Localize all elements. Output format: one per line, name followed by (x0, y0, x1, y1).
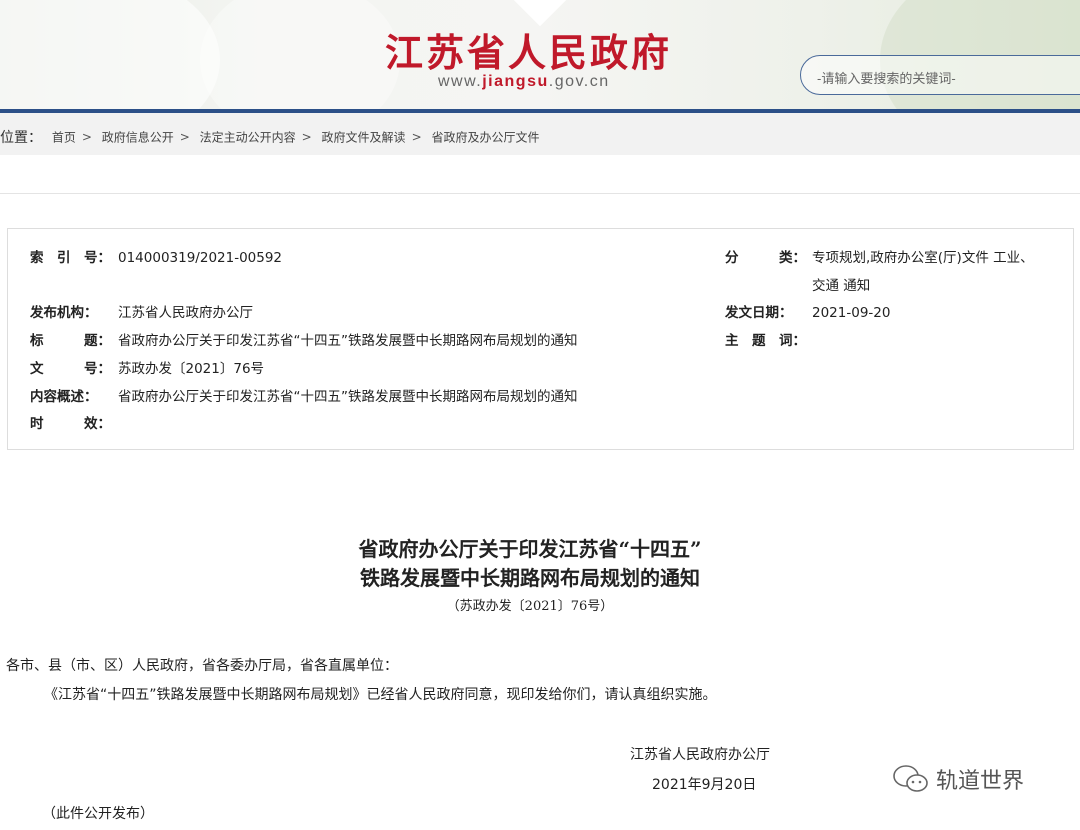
watermark-text: 轨道世界 (936, 769, 1025, 794)
document-title-line2: 铁路发展暨中长期路网布局规划的通知 (360, 566, 700, 590)
breadcrumb-info-disclosure[interactable]: 政府信息公开 (102, 131, 174, 145)
breadcrumb-label: 位置： (0, 130, 42, 146)
info-summary: 内容概述： 省政府办公厅关于印发江苏省“十四五”铁路发展暨中长期路网布局规划的通知 (30, 389, 578, 405)
info-category: 分 类： 专项规划,政府办公室(厅)文件 工业、 (725, 250, 1034, 266)
info-category-cont: 交通 通知 (812, 278, 871, 294)
breadcrumb-current[interactable]: 省政府及办公厅文件 (431, 131, 539, 145)
document-title-line1: 省政府办公厅关于印发江苏省“十四五” (358, 537, 702, 561)
breadcrumb: 位置： 首页 > 政府信息公开 > 法定主动公开内容 > 政府文件及解读 > 省政府及办… (0, 113, 1080, 155)
info-validity: 时 效： (30, 416, 111, 432)
info-index: 索 引 号： 014000319/2021-00592 (30, 250, 283, 266)
info-publisher: 发布机构： 江苏省人民政府办公厅 (30, 305, 253, 321)
signature: 江苏省人民政府办公厅 (630, 747, 770, 763)
site-header: 江苏省人民政府 www.jiangsu.gov.cn -请输入要搜索的关键词- (0, 0, 1080, 110)
site-logo[interactable]: 江苏省人民政府 (385, 22, 672, 77)
info-keywords: 主 题 词： (725, 333, 806, 349)
body-text: 《江苏省“十四五”铁路发展暨中长期路网布局规划》已经省人民政府同意，现印发给你们… (44, 687, 717, 703)
breadcrumb-home[interactable]: 首页 (52, 131, 76, 145)
watermark: 轨道世界 (892, 763, 1024, 795)
salutation: 各市、县（市、区）人民政府，省各委办厅局，省各直属单位： (6, 658, 398, 674)
breadcrumb-documents[interactable]: 政府文件及解读 (322, 131, 406, 145)
info-title: 标 题： 省政府办公厅关于印发江苏省“十四五”铁路发展暨中长期路网布局规划的通知 (30, 333, 578, 349)
info-docno: 文 号： 苏政办发〔2021〕76号 (30, 361, 265, 377)
document-number: （苏政办发〔2021〕76号） (446, 599, 614, 614)
site-url: www.jiangsu.gov.cn (438, 73, 610, 90)
sign-date: 2021年9月20日 (652, 777, 757, 793)
wechat-icon (893, 765, 928, 792)
search-input[interactable]: -请输入要搜索的关键词- (800, 55, 1080, 95)
breadcrumb-statutory[interactable]: 法定主动公开内容 (200, 131, 296, 145)
footer-note: （此件公开发布） (42, 806, 154, 822)
info-date: 发文日期： 2021-09-20 (725, 305, 891, 321)
divider (0, 193, 1080, 194)
